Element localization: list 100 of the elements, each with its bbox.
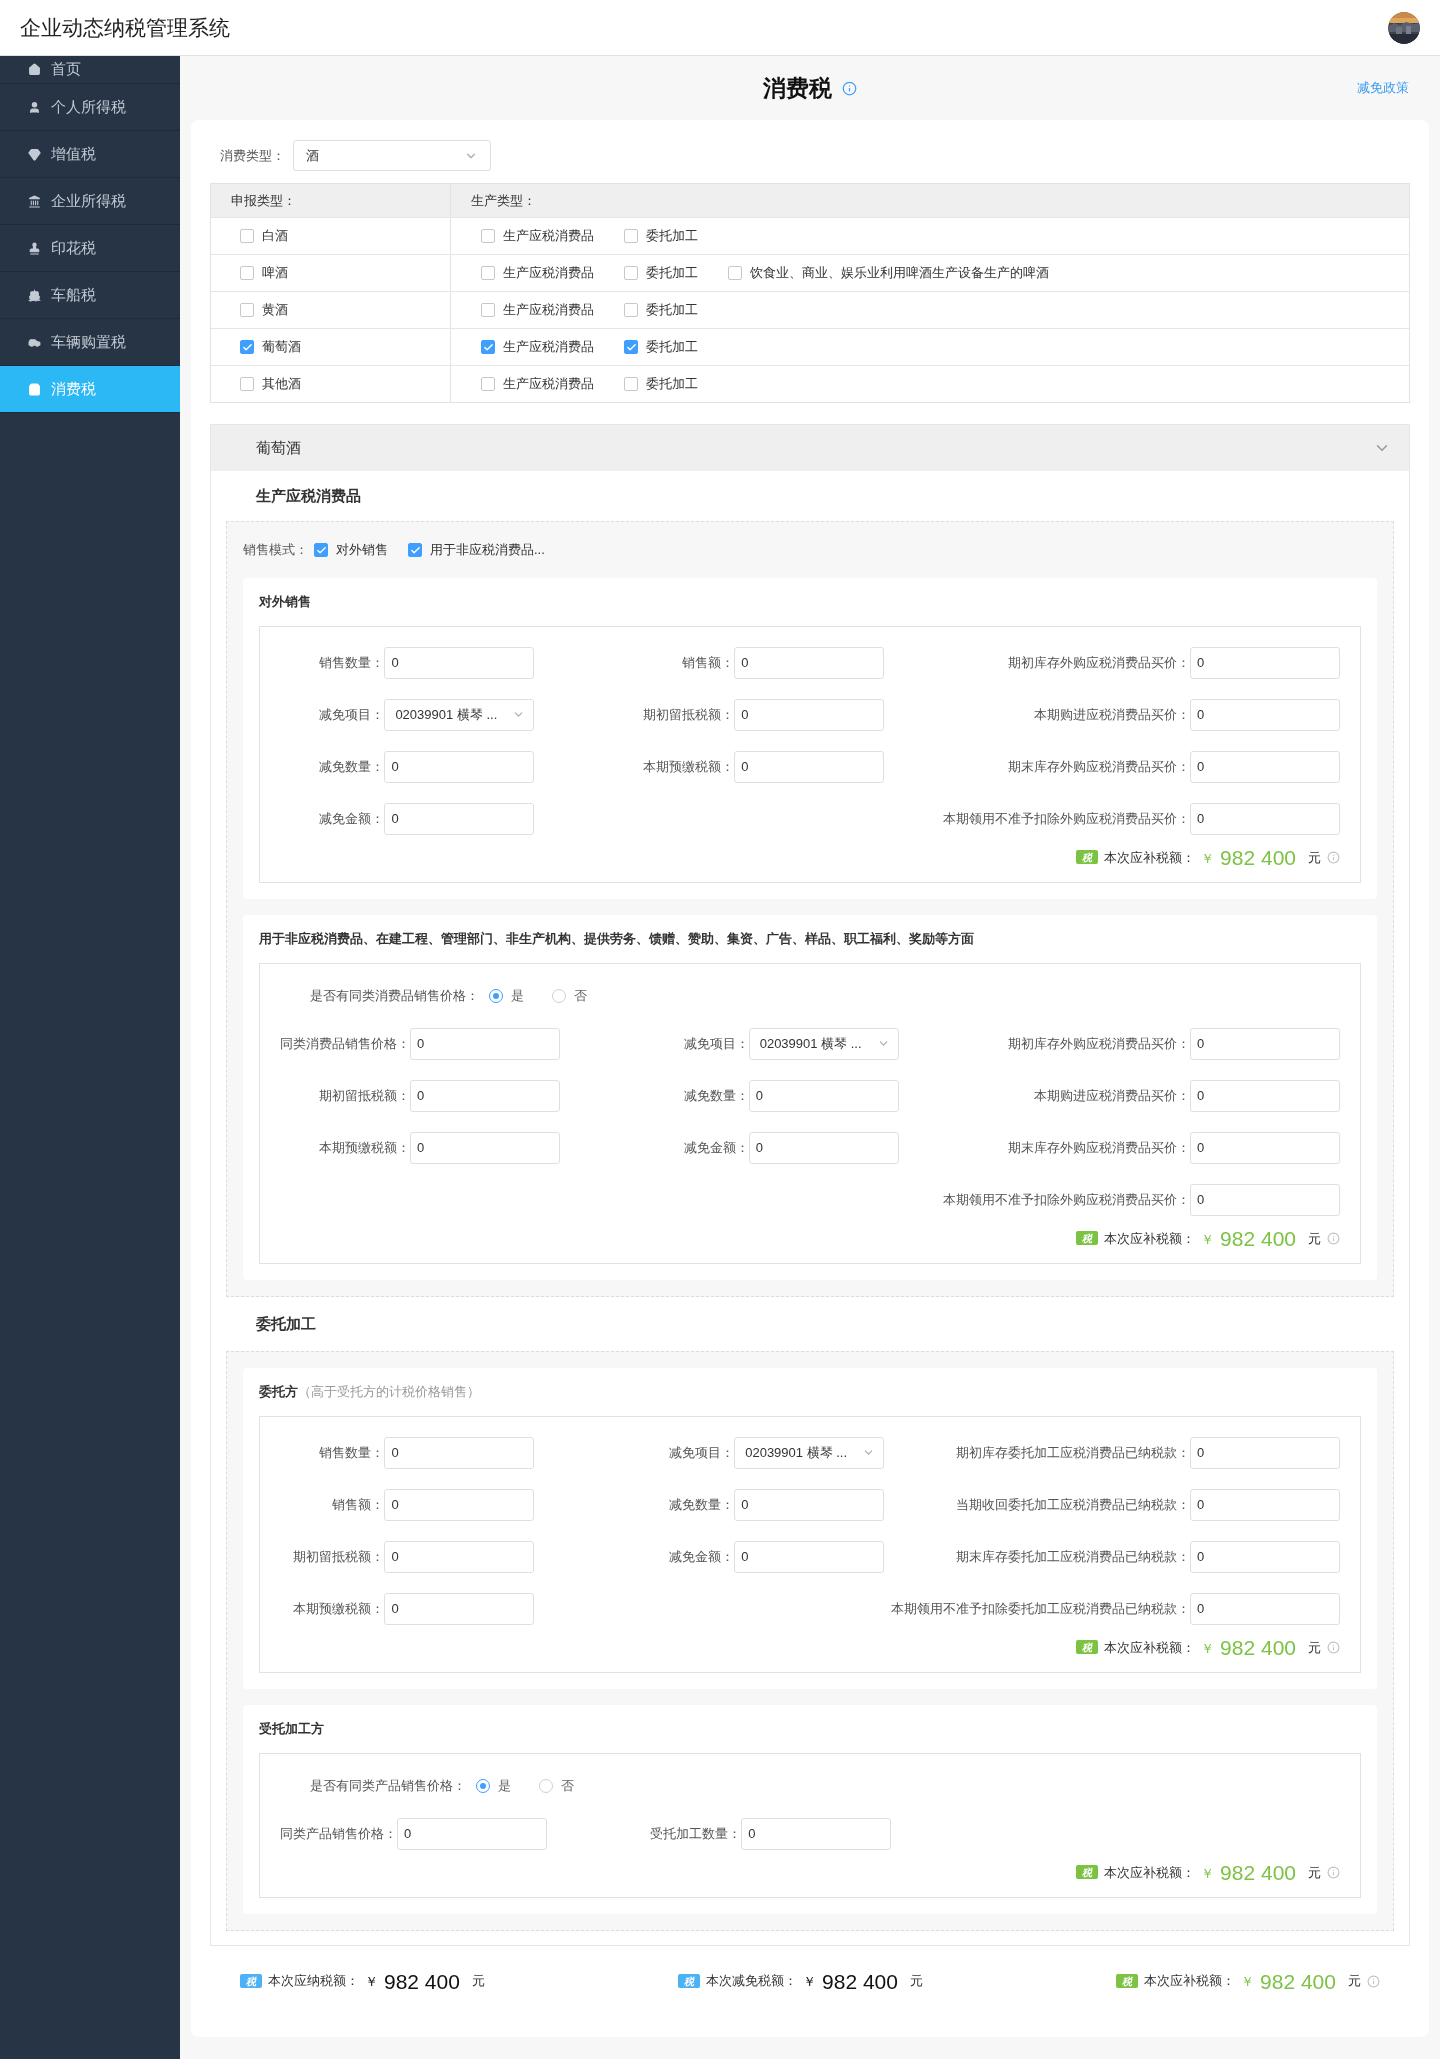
section-title: 委托加工: [255, 1313, 317, 1334]
checkbox[interactable]: [481, 266, 495, 280]
checkbox[interactable]: [481, 303, 495, 317]
total-label: 本次应补税额：: [1104, 848, 1196, 867]
input-field[interactable]: 0: [384, 1436, 535, 1469]
field-label: 期初留抵税额：: [293, 1547, 385, 1566]
currency-symbol: ￥: [1201, 1639, 1215, 1658]
checkbox[interactable]: [728, 266, 742, 280]
unit-label: 元: [1308, 1229, 1321, 1248]
checkbox[interactable]: [624, 229, 638, 243]
input-field[interactable]: 0: [384, 802, 535, 835]
select-field[interactable]: 02039901 横琴 ...: [748, 1027, 899, 1060]
accordion-header[interactable]: 葡萄酒: [211, 425, 1409, 471]
app-title: 企业动态纳税管理系统: [20, 14, 230, 41]
field-label: 当期收回委托加工应税消费品已纳税款：: [956, 1495, 1190, 1514]
input-field[interactable]: 0: [410, 1079, 560, 1112]
input-field[interactable]: 0: [1190, 1592, 1340, 1625]
checkbox[interactable]: [624, 303, 638, 317]
input-field[interactable]: 0: [734, 698, 885, 731]
checkbox[interactable]: [408, 543, 422, 557]
checkbox-label: 生产应税消费品: [503, 375, 594, 394]
field-label: 本期预缴税额：: [293, 1599, 385, 1618]
info-icon: [842, 80, 857, 96]
input-field[interactable]: 0: [384, 750, 535, 783]
currency-symbol: ￥: [803, 1973, 817, 1992]
field-label: 销售额：: [332, 1495, 385, 1514]
checkbox[interactable]: [624, 377, 638, 391]
tax-badge: 税: [1076, 1231, 1099, 1246]
input-field[interactable]: 0: [1190, 1436, 1340, 1469]
user-icon: [28, 100, 41, 114]
checkbox[interactable]: [481, 377, 495, 391]
field-label: 本期领用不准予扣除外购应税消费品买价：: [943, 809, 1190, 828]
field-label: 本期预缴税额：: [643, 757, 735, 776]
checkbox-label: 黄酒: [262, 301, 288, 320]
sidebar-item[interactable]: 个人所得税: [0, 84, 180, 131]
input-field[interactable]: 0: [410, 1027, 560, 1060]
input-field[interactable]: 0: [748, 1131, 899, 1164]
checkbox[interactable]: [240, 229, 254, 243]
input-field[interactable]: 0: [734, 1540, 885, 1573]
currency-symbol: ￥: [1201, 849, 1215, 868]
input-field[interactable]: 0: [384, 1488, 535, 1521]
checkbox[interactable]: [314, 543, 328, 557]
checkbox[interactable]: [240, 266, 254, 280]
sidebar-item[interactable]: 印花税: [0, 225, 180, 272]
checkbox[interactable]: [624, 340, 638, 354]
input-field[interactable]: 0: [384, 1540, 535, 1573]
total-label: 本次减免税额：: [706, 1972, 798, 1991]
input-field[interactable]: 0: [1190, 1183, 1340, 1216]
input-field[interactable]: 0: [741, 1817, 892, 1850]
input-field[interactable]: 0: [1190, 1540, 1340, 1573]
checkbox[interactable]: [481, 340, 495, 354]
input-field[interactable]: 0: [734, 1488, 885, 1521]
question-label: 是否有同类消费品销售价格：: [310, 986, 479, 1005]
select-field[interactable]: 酒: [293, 140, 491, 171]
field-label: 期末库存外购应税消费品买价：: [1008, 757, 1190, 776]
input-field[interactable]: 0: [1190, 1079, 1340, 1112]
checkbox[interactable]: [240, 303, 254, 317]
input-field[interactable]: 0: [748, 1079, 899, 1112]
total-label: 本次应补税额：: [1104, 1638, 1196, 1657]
field-label: 减免项目：: [683, 1034, 749, 1053]
currency-symbol: ￥: [1201, 1230, 1215, 1249]
checkbox-label: 委托加工: [646, 301, 698, 320]
checkbox[interactable]: [481, 229, 495, 243]
unit-label: 元: [909, 1972, 923, 1991]
card-title: 用于非应税消费品、在建工程、管理部门、非生产机构、提供劳务、馈赠、赞助、集资、广告、样品、职工福利、奖励等方面: [259, 930, 974, 948]
field-label: 本期领用不准予扣除委托加工应税消费品已纳税款：: [891, 1599, 1190, 1618]
input-field[interactable]: 0: [1190, 750, 1340, 783]
input-field[interactable]: 0: [1190, 1027, 1340, 1060]
select-field[interactable]: 02039901 横琴 ...: [384, 698, 535, 731]
tax-badge: 税: [240, 1974, 262, 1988]
input-field[interactable]: 0: [384, 646, 535, 679]
checkbox[interactable]: [624, 266, 638, 280]
tax-badge: 税: [678, 1974, 701, 1988]
input-field[interactable]: 0: [1190, 698, 1340, 731]
field-label: 减免数量：: [669, 1495, 735, 1514]
unit-label: 元: [1348, 1972, 1361, 1991]
field-label: 期末库存委托加工应税消费品已纳税款：: [956, 1547, 1190, 1566]
input-field[interactable]: 0: [734, 646, 885, 679]
input-field[interactable]: 0: [734, 750, 885, 783]
input-field[interactable]: 0: [397, 1817, 547, 1850]
page-title: 消费税: [763, 73, 832, 103]
sidebar-item[interactable]: 企业所得税: [0, 178, 180, 225]
input-field[interactable]: 0: [1190, 1131, 1340, 1164]
input-field[interactable]: 0: [1190, 646, 1340, 679]
sidebar-item[interactable]: 增值税: [0, 131, 180, 178]
field-label: 减免项目：: [319, 705, 385, 724]
currency-symbol: ￥: [1241, 1973, 1255, 1992]
checkbox-label: 委托加工: [646, 338, 698, 357]
input-field[interactable]: 0: [410, 1131, 560, 1164]
checkbox[interactable]: [240, 377, 254, 391]
field-label: 减免金额：: [319, 809, 385, 828]
sidebar-item[interactable]: 车船税: [0, 272, 180, 319]
checkbox[interactable]: [240, 340, 254, 354]
input-field[interactable]: 0: [384, 1592, 535, 1625]
input-field[interactable]: 0: [1190, 1488, 1340, 1521]
select-field[interactable]: 02039901 横琴 ...: [734, 1436, 885, 1469]
input-field[interactable]: 0: [1190, 802, 1340, 835]
sidebar-item[interactable]: 首页: [0, 56, 180, 84]
checkbox-label: 委托加工: [646, 264, 698, 283]
total-amount: 982 400: [822, 1970, 898, 1992]
